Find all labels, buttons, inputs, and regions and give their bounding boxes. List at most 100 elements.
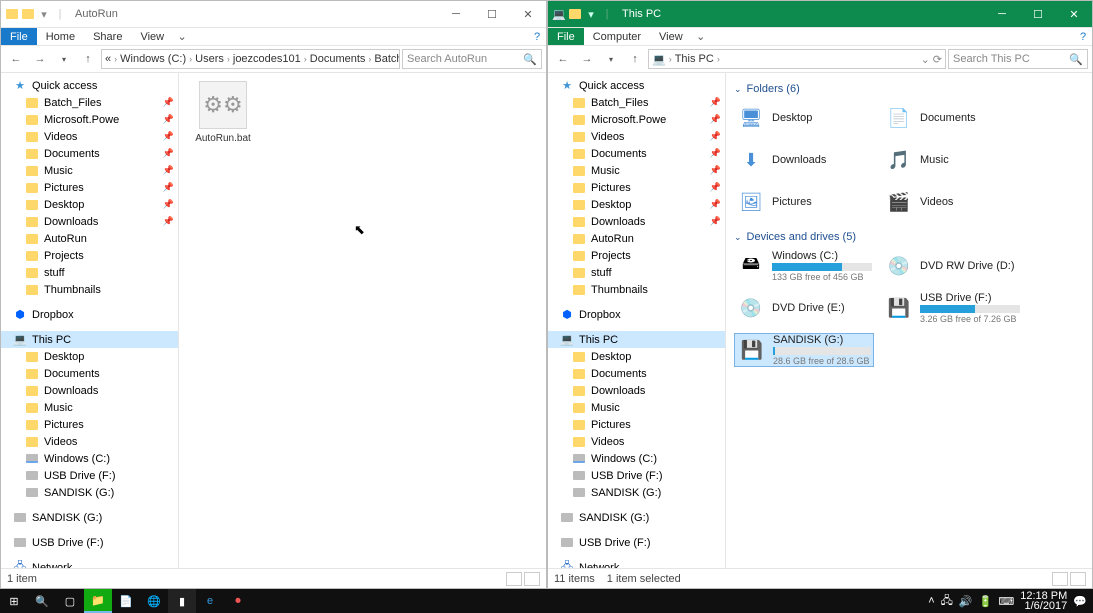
sidebar-item[interactable]: Music📌 <box>1 162 178 179</box>
sidebar-item[interactable]: Thumbnails <box>1 281 178 298</box>
tray-volume-icon[interactable]: 🔊 <box>959 595 973 608</box>
file-pane[interactable]: ⚙⚙ AutoRun.bat <box>179 73 546 568</box>
qat-icon[interactable] <box>568 7 582 21</box>
notifications-icon[interactable]: 💬 <box>1073 595 1087 608</box>
address-bar[interactable]: 💻› This PC› ⌄ ⟳ <box>648 49 946 69</box>
sidebar-item[interactable]: AutoRun <box>1 230 178 247</box>
tab-view[interactable]: View <box>650 28 692 45</box>
tray-chevron-icon[interactable]: ˄ <box>928 595 934 607</box>
sidebar-item[interactable]: Music <box>1 399 178 416</box>
sidebar-item[interactable]: Desktop <box>548 348 725 365</box>
sidebar-item[interactable]: Videos <box>1 433 178 450</box>
sidebar-item[interactable]: Videos📌 <box>548 128 725 145</box>
sidebar-item[interactable]: Videos <box>548 433 725 450</box>
maximize-button[interactable]: ☐ <box>474 1 510 28</box>
sidebar-item[interactable]: 💻This PC <box>548 331 725 348</box>
tab-file[interactable]: File <box>1 28 37 45</box>
sidebar-item[interactable]: Documents <box>548 365 725 382</box>
sidebar-item[interactable]: 🖧Network <box>1 559 178 568</box>
up-button[interactable]: ↑ <box>624 48 646 70</box>
chrome-taskbar-icon[interactable]: 🌐 <box>140 589 168 613</box>
sidebar-item[interactable]: Documents📌 <box>548 145 725 162</box>
sidebar-item[interactable]: USB Drive (F:) <box>1 534 178 551</box>
sidebar-item[interactable]: Documents📌 <box>1 145 178 162</box>
group-header-devices[interactable]: ⌄ Devices and drives (5) <box>734 231 1084 243</box>
refresh-icon[interactable]: ⟳ <box>933 53 942 66</box>
folder-tile[interactable]: 🖥Desktop <box>734 101 874 135</box>
taskview-button[interactable]: ▢ <box>56 589 84 613</box>
sidebar-item[interactable]: Batch_Files📌 <box>548 94 725 111</box>
sidebar-item[interactable]: USB Drive (F:) <box>1 467 178 484</box>
tab-home[interactable]: Home <box>37 28 84 45</box>
sidebar-item[interactable]: Downloads <box>548 382 725 399</box>
tab-share[interactable]: Share <box>84 28 131 45</box>
sidebar-item[interactable]: Videos📌 <box>1 128 178 145</box>
start-button[interactable]: ⊞ <box>0 589 28 613</box>
forward-button[interactable]: → <box>576 48 598 70</box>
sidebar-item[interactable]: Microsoft.Powe📌 <box>548 111 725 128</box>
sidebar-item[interactable]: Pictures📌 <box>548 179 725 196</box>
tray-keyboard-icon[interactable]: ⌨ <box>998 595 1014 608</box>
drive-tile[interactable]: 💿DVD RW Drive (D:) <box>882 249 1022 283</box>
taskbar[interactable]: ⊞ 🔍 ▢ 📁 📄 🌐 ▮ e ⏺ ˄ 🖧 🔊 🔋 ⌨ 12:18 PM 1/6… <box>0 589 1093 613</box>
drive-tile[interactable]: 💾SANDISK (G:)28.6 GB free of 28.6 GB <box>734 333 874 367</box>
minimize-button[interactable]: ─ <box>984 1 1020 28</box>
view-details-button[interactable] <box>506 572 522 586</box>
sidebar-item[interactable]: stuff <box>548 264 725 281</box>
sidebar-item[interactable]: ⬢Dropbox <box>1 306 178 323</box>
tab-file[interactable]: File <box>548 28 584 45</box>
titlebar[interactable]: ▾ | AutoRun ─ ☐ ✕ <box>1 1 546 28</box>
view-details-button[interactable] <box>1052 572 1068 586</box>
folder-tile[interactable]: 📄Documents <box>882 101 1022 135</box>
recent-dropdown[interactable]: ▾ <box>600 48 622 70</box>
close-button[interactable]: ✕ <box>1056 1 1092 28</box>
help-icon[interactable]: ? <box>1074 31 1092 43</box>
file-pane[interactable]: ⌄ Folders (6) 🖥Desktop📄Documents⬇Downloa… <box>726 73 1092 568</box>
search-box[interactable]: Search AutoRun 🔍 <box>402 49 542 69</box>
sidebar-item[interactable]: Desktop <box>1 348 178 365</box>
sidebar-item[interactable]: SANDISK (G:) <box>548 509 725 526</box>
sidebar-item[interactable]: ⬢Dropbox <box>548 306 725 323</box>
folder-tile[interactable]: 🎬Videos <box>882 185 1022 219</box>
back-button[interactable]: ← <box>552 48 574 70</box>
sidebar-item[interactable]: Pictures <box>1 416 178 433</box>
ribbon-expand-icon[interactable]: ⌄ <box>692 30 710 43</box>
sidebar-item[interactable]: Microsoft.Powe📌 <box>1 111 178 128</box>
tab-computer[interactable]: Computer <box>584 28 650 45</box>
ribbon-expand-icon[interactable]: ⌄ <box>173 30 191 43</box>
qat-dropdown-icon[interactable]: ▾ <box>37 7 51 21</box>
sidebar-item[interactable]: Downloads📌 <box>1 213 178 230</box>
folder-tile[interactable]: ⬇Downloads <box>734 143 874 177</box>
explorer-taskbar-icon[interactable]: 📁 <box>84 589 112 613</box>
sidebar-item[interactable]: Batch_Files📌 <box>1 94 178 111</box>
sidebar-item[interactable]: Pictures📌 <box>1 179 178 196</box>
sidebar-item[interactable]: 💻This PC <box>1 331 178 348</box>
sidebar-item[interactable]: Windows (C:) <box>548 450 725 467</box>
drive-tile[interactable]: 💿DVD Drive (E:) <box>734 291 874 325</box>
sidebar-item[interactable]: Projects <box>548 247 725 264</box>
sidebar-item[interactable]: Windows (C:) <box>1 450 178 467</box>
sidebar-item[interactable]: SANDISK (G:) <box>1 509 178 526</box>
sidebar-item[interactable]: USB Drive (F:) <box>548 534 725 551</box>
sidebar-item[interactable]: AutoRun <box>548 230 725 247</box>
minimize-button[interactable]: ─ <box>438 1 474 28</box>
sidebar-item[interactable]: SANDISK (G:) <box>548 484 725 501</box>
search-box[interactable]: Search This PC 🔍 <box>948 49 1088 69</box>
tray-network-icon[interactable]: 🖧 <box>941 592 953 611</box>
folder-tile[interactable]: 🖼Pictures <box>734 185 874 219</box>
qat-icon[interactable] <box>21 7 35 21</box>
help-icon[interactable]: ? <box>528 31 546 43</box>
sidebar-item[interactable]: Desktop📌 <box>548 196 725 213</box>
sidebar-item[interactable]: Music <box>548 399 725 416</box>
file-item[interactable]: ⚙⚙ AutoRun.bat <box>187 81 259 144</box>
navigation-pane[interactable]: ★Quick accessBatch_Files📌Microsoft.Powe📌… <box>1 73 179 568</box>
sidebar-item[interactable]: Pictures <box>548 416 725 433</box>
sidebar-item[interactable]: Downloads <box>1 382 178 399</box>
sidebar-item[interactable]: Thumbnails <box>548 281 725 298</box>
qat-dropdown-icon[interactable]: ▾ <box>584 7 598 21</box>
sidebar-item[interactable]: ★Quick access <box>548 77 725 94</box>
search-button[interactable]: 🔍 <box>28 589 56 613</box>
cmd-taskbar-icon[interactable]: ▮ <box>168 589 196 613</box>
sidebar-item[interactable]: Documents <box>1 365 178 382</box>
address-bar[interactable]: «› Windows (C:)› Users› joezcodes101› Do… <box>101 49 400 69</box>
